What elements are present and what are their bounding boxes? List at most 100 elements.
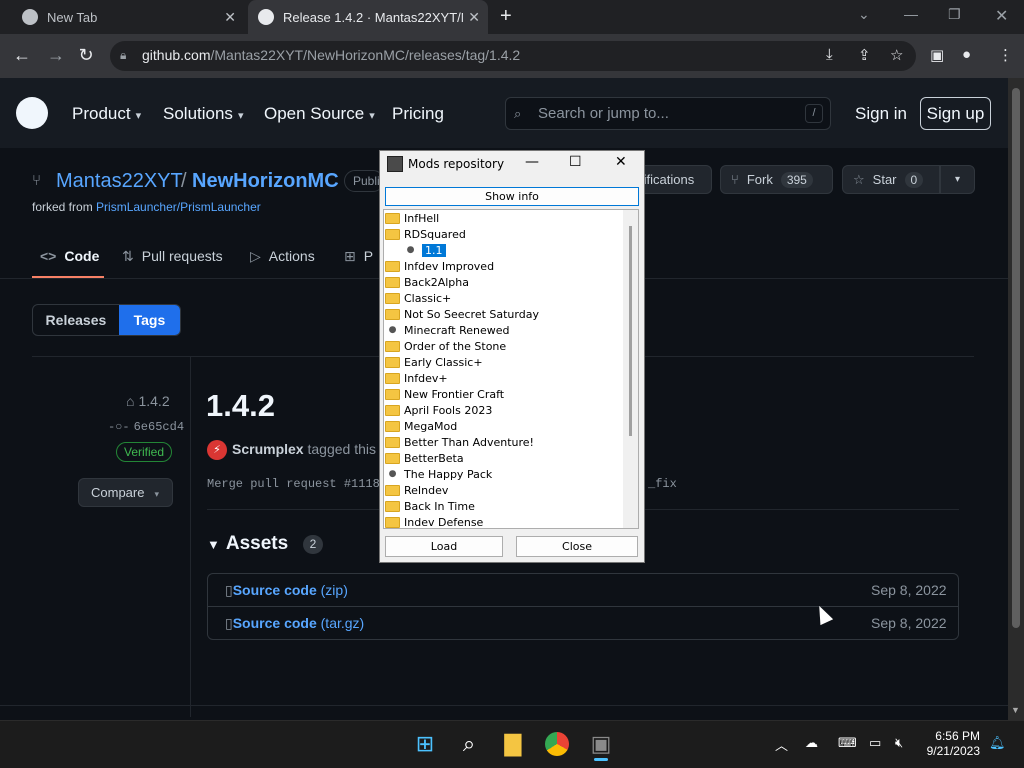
tree-item[interactable]: Better Than Adventure! xyxy=(385,434,534,450)
pull-request-icon: ⇅ xyxy=(122,248,134,264)
nav-open-source[interactable]: Open Source ▾ xyxy=(264,104,375,124)
new-tab-button[interactable]: + xyxy=(500,5,512,28)
tree-item[interactable]: RDSquared xyxy=(385,226,466,242)
tree-item-label: MegaMod xyxy=(404,419,458,433)
forked-from-link[interactable]: PrismLauncher/PrismLauncher xyxy=(96,200,261,214)
share-icon[interactable]: ⇪ xyxy=(858,46,871,64)
lock-icon[interactable]: 🔒︎ xyxy=(120,48,126,63)
app-icon xyxy=(387,156,403,172)
star-dropdown-button[interactable]: ▾ xyxy=(940,165,975,194)
tree-item[interactable]: ● Minecraft Renewed xyxy=(385,322,510,338)
keyboard-icon[interactable]: ⌨︎ xyxy=(838,735,857,751)
tab-code[interactable]: <> Code xyxy=(40,248,99,264)
load-button[interactable]: Load xyxy=(385,536,503,557)
tree-item[interactable]: Back2Alpha xyxy=(385,274,469,290)
windows-start-icon[interactable]: ⊞ xyxy=(411,730,439,758)
tree-item[interactable]: Early Classic+ xyxy=(385,354,483,370)
tree-item[interactable]: ReIndev xyxy=(385,482,448,498)
tree-item-label: Infdev+ xyxy=(404,371,448,385)
release-title[interactable]: 1.4.2 xyxy=(206,388,275,424)
minecraft-app-icon[interactable]: ▣ xyxy=(587,730,615,758)
nav-pricing[interactable]: Pricing xyxy=(392,104,444,124)
star-icon: ☆ xyxy=(853,171,865,187)
tree-item[interactable]: April Fools 2023 xyxy=(385,402,492,418)
tab-projects[interactable]: ⊞ P xyxy=(344,248,373,265)
side-panel-icon[interactable]: ▣ xyxy=(930,46,944,64)
tab-pull-requests[interactable]: ⇅ Pull requests xyxy=(122,248,223,265)
network-icon[interactable]: ▭ xyxy=(869,735,881,751)
tree-item[interactable]: Back In Time xyxy=(385,498,475,514)
forward-icon[interactable]: → xyxy=(46,45,66,66)
tree-item[interactable]: Classic+ xyxy=(385,290,451,306)
install-icon[interactable]: ⤓ xyxy=(826,46,833,63)
tree-item[interactable]: InfHell xyxy=(385,210,439,226)
tab-release[interactable]: Release 1.4.2 · Mantas22XYT/New ✕ xyxy=(248,0,488,34)
reload-icon[interactable]: ↻ xyxy=(76,45,96,66)
folder-icon xyxy=(385,276,400,288)
close-button[interactable]: Close xyxy=(516,536,638,557)
repo-owner-link[interactable]: Mantas22XYT xyxy=(56,170,183,193)
fork-button[interactable]: ⑂ Fork 395 xyxy=(720,165,833,194)
close-window-icon[interactable]: ✕ xyxy=(995,6,1008,26)
tab-actions[interactable]: ▷ Actions xyxy=(250,248,315,265)
nav-solutions[interactable]: Solutions ▾ xyxy=(163,104,243,124)
tree-scrollbar-thumb[interactable] xyxy=(629,226,632,436)
github-logo-icon[interactable] xyxy=(16,97,48,129)
dialog-close-icon[interactable]: ✕ xyxy=(615,154,627,170)
file-zip-icon: ▯ xyxy=(225,615,233,631)
assets-toggle[interactable]: ▼ Assets xyxy=(207,533,288,555)
release-tag[interactable]: ⌂ 1.4.2 xyxy=(126,393,170,409)
bookmark-star-icon[interactable]: ☆ xyxy=(890,46,903,64)
tree-item[interactable]: Infdev+ xyxy=(385,370,448,386)
scroll-down-arrow-icon[interactable]: ▼ xyxy=(1011,705,1020,715)
star-button[interactable]: ☆ Star 0 xyxy=(842,165,940,194)
menu-icon[interactable]: ⋮ xyxy=(998,46,1013,64)
minimize-icon[interactable]: — xyxy=(904,6,918,22)
file-explorer-icon[interactable]: ▇ xyxy=(499,730,527,758)
close-tab-icon[interactable]: ✕ xyxy=(224,9,236,26)
onedrive-icon[interactable]: ☁︎ xyxy=(805,735,818,751)
profile-icon[interactable]: ● xyxy=(962,46,971,63)
back-icon[interactable]: ← xyxy=(12,45,32,66)
avatar[interactable]: ⚡︎ xyxy=(207,440,227,460)
search-icon[interactable]: ⌕ xyxy=(455,730,483,758)
tags-button[interactable]: Tags xyxy=(118,305,180,335)
close-tab-icon[interactable]: ✕ xyxy=(468,9,480,26)
tree-item[interactable]: Order of the Stone xyxy=(385,338,506,354)
notification-bell-icon[interactable]: 🔔︎ xyxy=(989,735,1006,751)
author-link[interactable]: Scrumplex xyxy=(232,441,304,457)
compare-button[interactable]: Compare ▾ xyxy=(78,478,173,507)
restore-icon[interactable]: ❐ xyxy=(948,6,961,23)
verified-badge[interactable]: Verified xyxy=(116,442,172,462)
url-text[interactable]: github.com/Mantas22XYT/NewHorizonMC/rele… xyxy=(142,47,520,63)
tree-item[interactable]: MegaMod xyxy=(385,418,457,434)
tree-item[interactable]: ● The Happy Pack xyxy=(385,466,493,482)
commit-link[interactable]: -○- 6e65cd4 xyxy=(108,420,184,434)
volume-muted-icon[interactable]: 🔇︎ xyxy=(895,735,903,751)
tab-new-tab[interactable]: New Tab ✕ xyxy=(12,0,244,34)
tree-item-label: Indev Defense xyxy=(404,515,484,529)
tree-item[interactable]: BetterBeta xyxy=(385,450,464,466)
tree-item[interactable]: ● 1.1 xyxy=(403,242,446,258)
tree-item[interactable]: Infdev Improved xyxy=(385,258,494,274)
sign-in-link[interactable]: Sign in xyxy=(855,104,907,124)
tree-item[interactable]: Not So Seecret Saturday xyxy=(385,306,539,322)
sign-up-button[interactable]: Sign up xyxy=(920,97,991,130)
dialog-maximize-icon[interactable]: ☐ xyxy=(569,154,582,170)
chevron-up-icon[interactable]: ︿ xyxy=(775,735,788,754)
chrome-icon[interactable] xyxy=(543,730,571,758)
clock[interactable]: 6:56 PM 9/21/2023 xyxy=(920,729,980,759)
tree-item[interactable]: Indev Defense xyxy=(385,514,483,530)
releases-button[interactable]: Releases xyxy=(33,305,119,335)
slash-shortcut: / xyxy=(805,104,823,123)
page-scrollbar-thumb[interactable] xyxy=(1012,88,1020,628)
folder-icon xyxy=(385,388,400,400)
tab-search-icon[interactable]: ⌄ xyxy=(858,6,870,23)
dialog-minimize-icon[interactable]: — xyxy=(525,154,539,170)
tree-item[interactable]: New Frontier Craft xyxy=(385,386,504,402)
asset-zip-link[interactable]: ▯Source code (zip) xyxy=(225,582,348,599)
nav-product[interactable]: Product ▾ xyxy=(72,104,141,124)
show-info-button[interactable]: Show info xyxy=(385,187,639,206)
repo-name-link[interactable]: NewHorizonMC xyxy=(192,170,339,193)
asset-targz-link[interactable]: ▯Source code (tar.gz) xyxy=(225,615,364,632)
